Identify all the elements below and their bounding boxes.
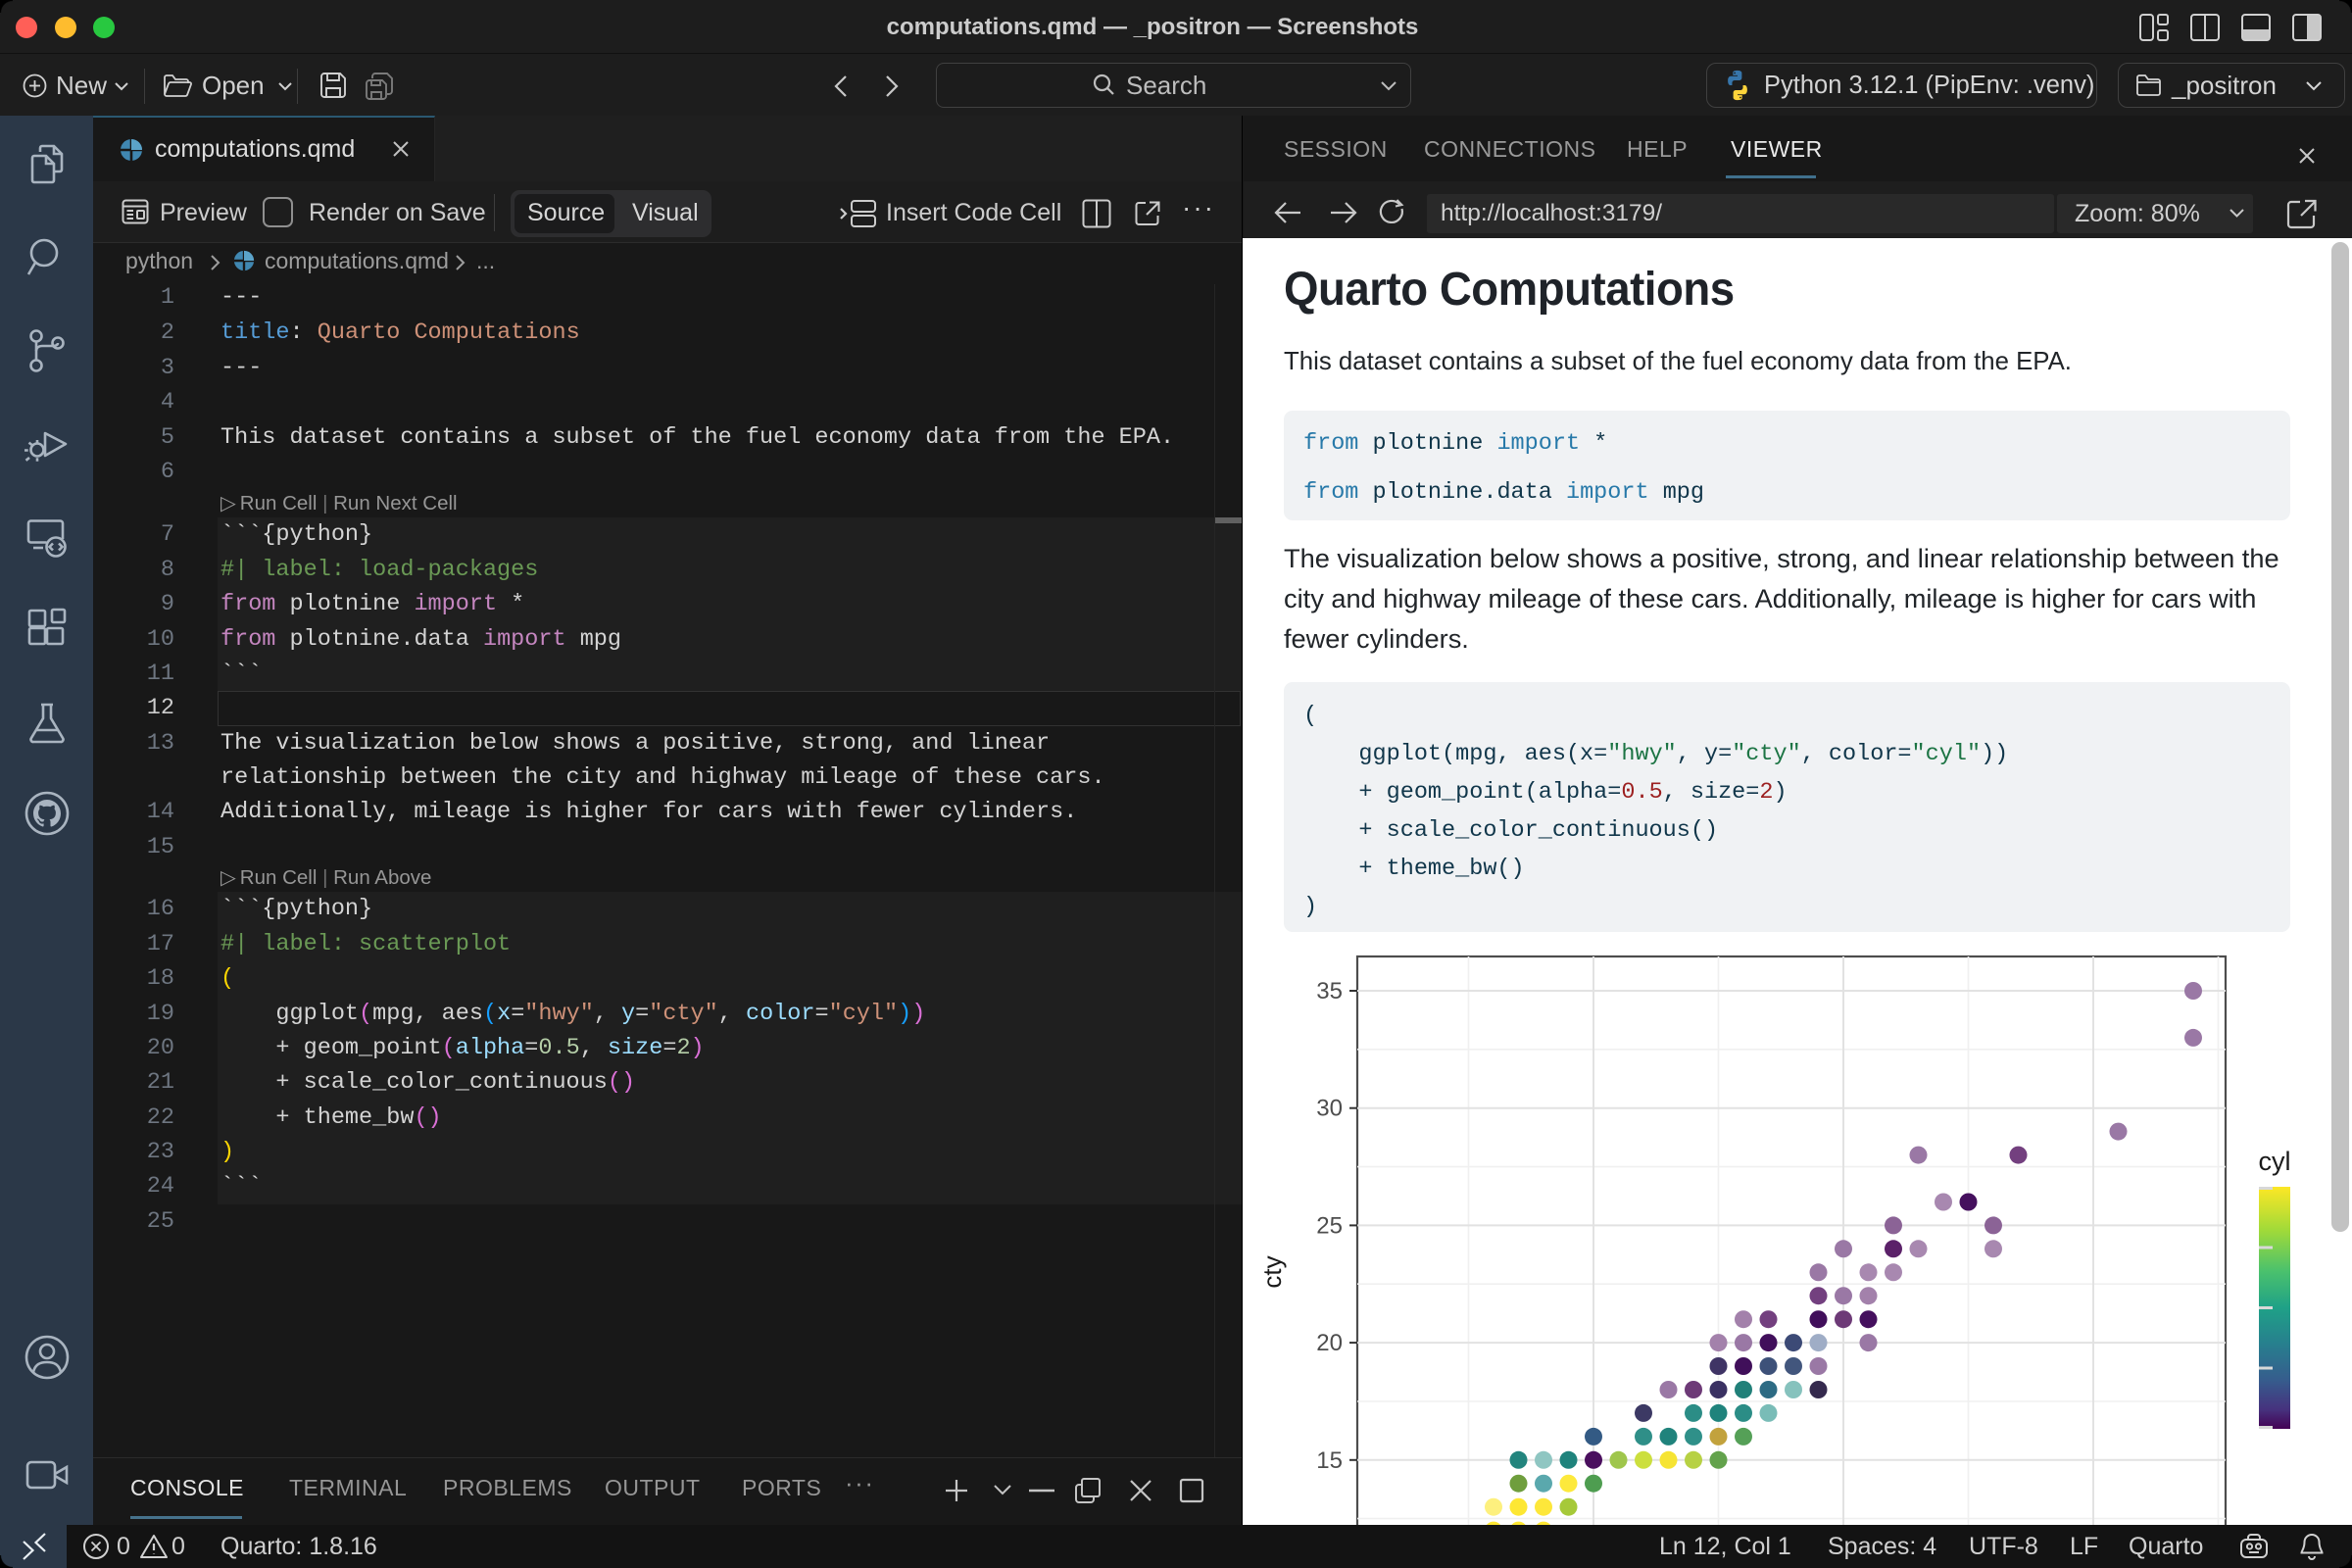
- svg-text:cty: cty: [1257, 1255, 1287, 1288]
- svg-text:cyl: cyl: [2259, 1147, 2291, 1176]
- svg-text:30: 30: [1316, 1096, 1343, 1122]
- svg-text:35: 35: [1316, 978, 1343, 1004]
- svg-text:25: 25: [1316, 1212, 1343, 1239]
- svg-text:20: 20: [1316, 1330, 1343, 1356]
- svg-text:15: 15: [1316, 1447, 1343, 1474]
